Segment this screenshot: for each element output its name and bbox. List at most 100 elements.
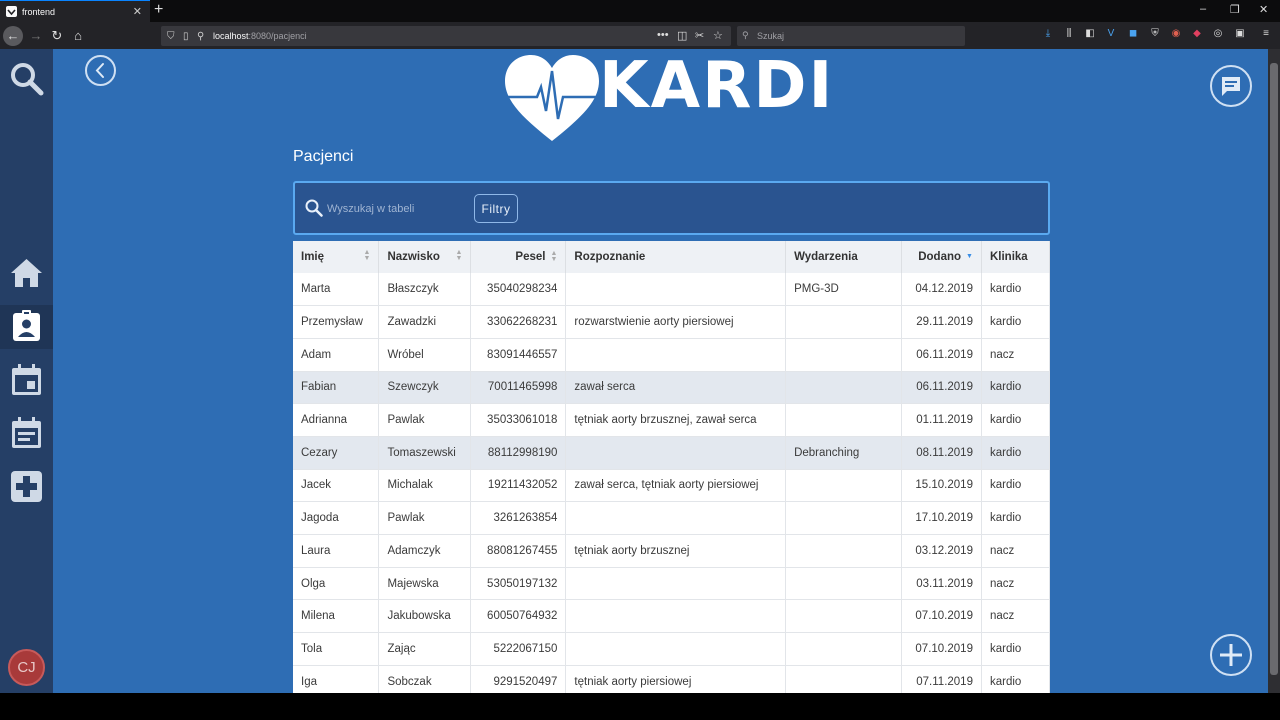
browser-tab-title: frontend <box>22 6 56 17</box>
ublock-icon[interactable]: ⛨ <box>1149 28 1161 40</box>
url-path: :8080/pacjenci <box>248 31 307 41</box>
plus-icon <box>1220 644 1242 666</box>
table-cell <box>785 403 902 437</box>
restore-icon[interactable]: ❐ <box>1230 3 1240 16</box>
app-favicon-icon <box>6 6 17 17</box>
home-icon[interactable]: ⌂ <box>68 26 88 46</box>
url-host: localhost <box>213 31 249 41</box>
table-cell: 19211432052 <box>470 469 567 503</box>
library-icon[interactable]: ⫼ <box>1063 28 1075 40</box>
sort-desc-icon: ▼ <box>966 252 973 260</box>
table-cell: 35040298234 <box>470 273 567 307</box>
table-cell: nacz <box>981 567 1051 601</box>
table-row[interactable]: Laura Adamczyk 88081267455 tętniak aorty br… <box>293 534 1051 568</box>
back-arrow-icon[interactable]: ← <box>3 26 23 46</box>
column-header-events[interactable]: Wydarzenia <box>785 241 902 273</box>
table-cell <box>785 305 902 339</box>
column-header-diagnosis[interactable]: Rozpoznanie <box>565 241 787 273</box>
table-cell: nacz <box>981 534 1051 568</box>
column-header-added[interactable]: Dodano ▼ <box>901 241 982 273</box>
table-row[interactable]: Adam Wróbel 83091446557 06.11.2019 nacz <box>293 338 1051 372</box>
table-cell: Adamczyk <box>378 534 472 568</box>
bookmark-star-icon[interactable]: ☆ <box>713 29 723 42</box>
table-cell: Laura <box>293 534 380 568</box>
vue-devtools-icon[interactable]: V <box>1105 28 1117 40</box>
page-scrollbar[interactable] <box>1268 49 1280 693</box>
forward-arrow-icon[interactable]: → <box>26 26 46 46</box>
table-row[interactable]: Jacek Michalak 19211432052 zawał serca, tęt… <box>293 469 1051 503</box>
addon-2-icon[interactable]: ◆ <box>1191 28 1203 40</box>
page-actions-icon[interactable]: ••• <box>657 29 669 41</box>
url-bar[interactable]: ⛉ ▯ ⚲ localhost:8080/pacjenci ••• ◫ ✂ ☆ <box>161 26 731 46</box>
addon-icon[interactable]: ◉ <box>1170 28 1182 40</box>
table-cell: Tola <box>293 632 380 666</box>
browser-search-field[interactable]: ⚲ Szukaj <box>737 26 965 46</box>
search-icon[interactable] <box>9 61 44 96</box>
calendar-icon[interactable] <box>9 363 44 398</box>
download-icon[interactable]: ⤓ <box>1042 28 1054 40</box>
table-cell: nacz <box>981 599 1051 634</box>
table-row[interactable]: Olga Majewska 53050197132 03.11.2019 nacz <box>293 567 1051 601</box>
window-close-icon[interactable]: ✕ <box>1259 3 1268 16</box>
account-icon[interactable]: ◎ <box>1212 28 1224 40</box>
table-row[interactable]: Milena Jakubowska 60050764932 07.10.2019 nac… <box>293 599 1051 634</box>
column-header-first-name[interactable]: Imię ▲ ▼ <box>293 241 380 273</box>
table-cell: Błaszczyk <box>378 273 472 307</box>
table-cell: tętniak aorty brzusznej <box>565 534 787 568</box>
table-row[interactable]: Jagoda Pawlak 3261263854 17.10.2019 kardio <box>293 501 1051 535</box>
page-info-icon[interactable]: ▯ <box>183 31 189 42</box>
tracking-shield-icon[interactable]: ⛉ <box>167 31 175 42</box>
table-row[interactable]: Cezary Tomaszewski 88112998190 Debranching 0… <box>293 436 1051 470</box>
table-cell: Jacek <box>293 469 380 503</box>
pocket-icon[interactable]: ◫ <box>677 29 687 42</box>
table-row[interactable]: Tola Zając 5222067150 07.10.2019 kardio <box>293 632 1051 666</box>
table-cell: Pawlak <box>378 403 472 437</box>
table-row[interactable]: Marta Błaszczyk 35040298234 PMG-3D 04.12.201… <box>293 273 1051 307</box>
medical-cross-icon[interactable] <box>9 469 44 504</box>
back-button[interactable] <box>85 55 116 86</box>
table-cell <box>785 567 902 601</box>
user-avatar[interactable]: CJ <box>8 649 45 686</box>
table-cell: Zając <box>378 632 472 666</box>
table-cell: 3261263854 <box>470 501 567 535</box>
search-icon <box>305 199 323 217</box>
table-cell <box>565 501 787 535</box>
chat-button[interactable] <box>1210 65 1252 107</box>
permissions-icon[interactable]: ⚲ <box>197 31 204 42</box>
table-cell: 5222067150 <box>470 632 567 666</box>
table-cell: Marta <box>293 273 380 307</box>
minimize-icon[interactable]: – <box>1200 3 1206 15</box>
table-cell: Przemysław <box>293 305 380 339</box>
screenshot-icon[interactable]: ✂ <box>695 29 704 42</box>
table-cell: Adrianna <box>293 403 380 437</box>
tab-close-icon[interactable]: ✕ <box>133 5 142 18</box>
scrollbar-thumb[interactable] <box>1270 63 1278 675</box>
browser-tab[interactable]: frontend ✕ <box>0 0 150 22</box>
patient-badge-icon[interactable] <box>9 308 44 343</box>
table-cell: 04.12.2019 <box>901 273 982 307</box>
kardi-logo: KARDI <box>503 53 843 145</box>
column-header-last-name[interactable]: Nazwisko ▲ ▼ <box>378 241 472 273</box>
reload-icon[interactable]: ↻ <box>47 26 67 46</box>
new-tab-icon[interactable]: + <box>154 1 163 19</box>
sort-icon: ▲ ▼ <box>550 249 558 263</box>
table-search-input[interactable] <box>327 200 467 218</box>
table-cell <box>785 534 902 568</box>
add-patient-button[interactable] <box>1210 634 1252 676</box>
table-row[interactable]: Fabian Szewczyk 70011465998 zawał serca 06.1… <box>293 371 1051 405</box>
filters-button[interactable]: Filtry <box>474 194 518 223</box>
table-row[interactable]: Adrianna Pawlak 35033061018 tętniak aorty b… <box>293 403 1051 437</box>
table-cell: kardio <box>981 436 1051 470</box>
column-header-pesel[interactable]: Pesel ▲ ▼ <box>470 241 567 273</box>
menu-icon[interactable]: ≡ <box>1260 28 1272 40</box>
extension-icon[interactable]: ◼ <box>1127 28 1139 40</box>
table-cell <box>785 501 902 535</box>
home-icon[interactable] <box>9 255 44 290</box>
table-row[interactable]: Przemysław Zawadzki 33062268231 rozwarstwie… <box>293 305 1051 339</box>
column-header-clinic[interactable]: Klinika <box>981 241 1051 273</box>
addon-3-icon[interactable]: ▣ <box>1234 28 1246 40</box>
screen-bottom-edge <box>0 693 1280 720</box>
event-list-icon[interactable] <box>9 416 44 451</box>
table-cell: Olga <box>293 567 380 601</box>
sidebar-toggle-icon[interactable]: ◧ <box>1084 28 1096 40</box>
